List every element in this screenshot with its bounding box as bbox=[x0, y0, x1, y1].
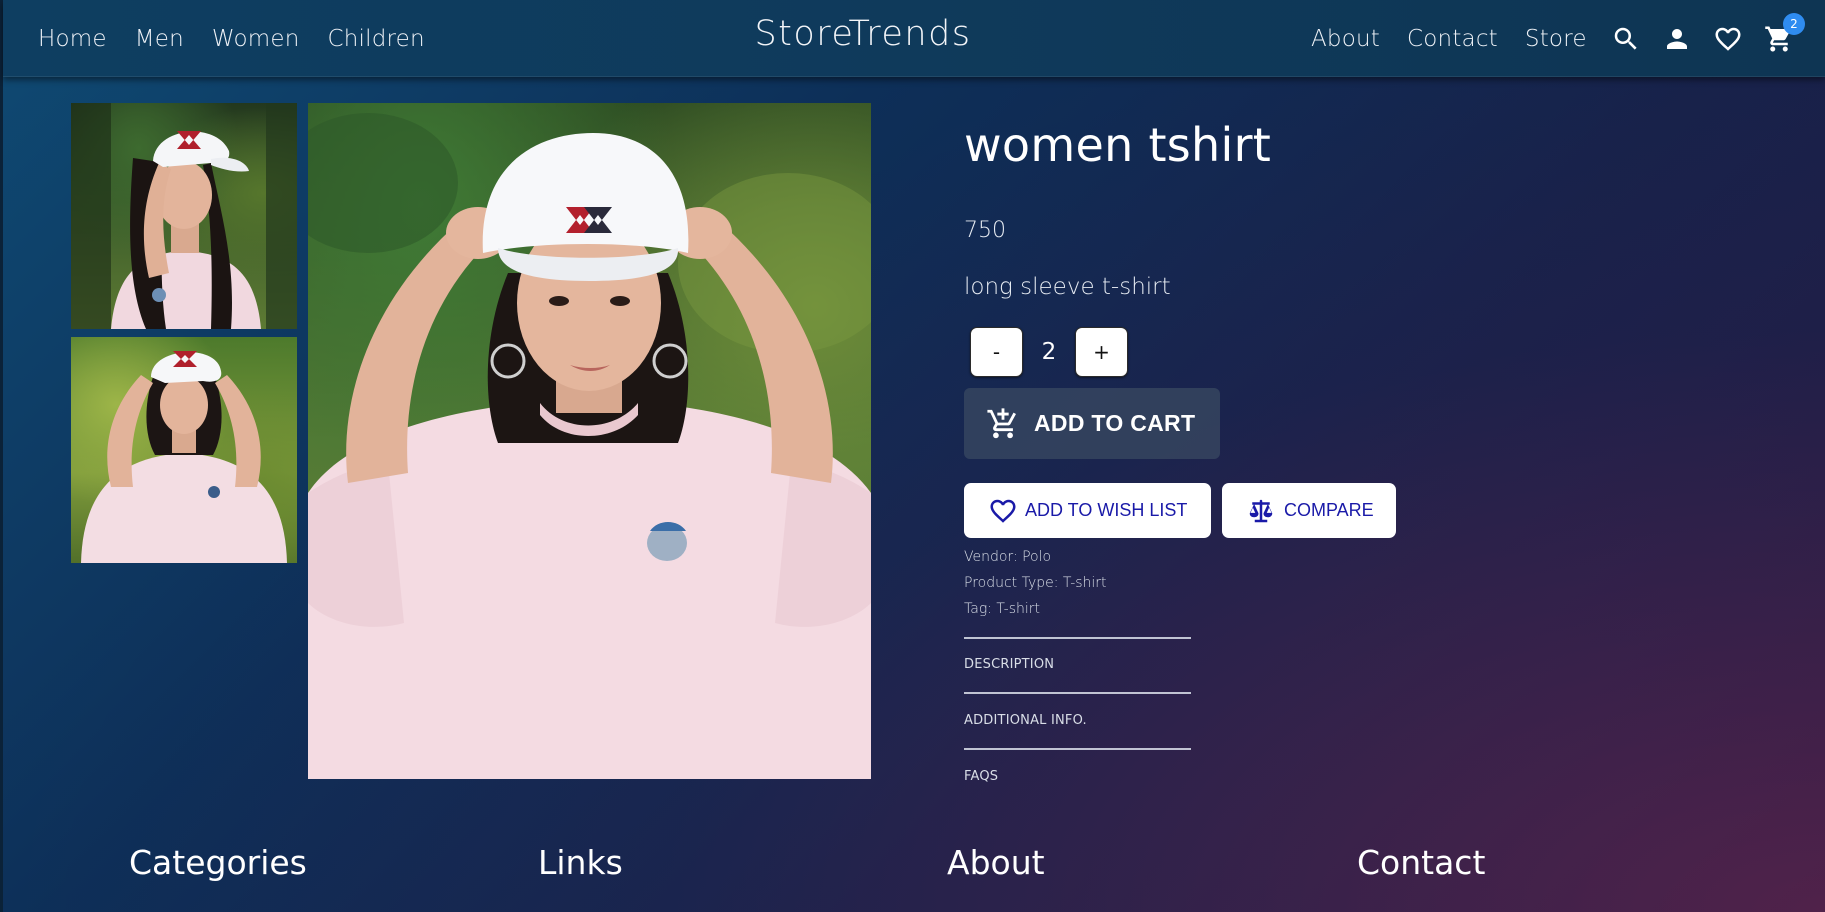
wishlist-button[interactable] bbox=[1710, 21, 1746, 57]
quantity-stepper: - 2 + bbox=[970, 327, 1128, 377]
divider bbox=[964, 748, 1191, 750]
site-header: Home Men Women Children StoreTrends Abou… bbox=[3, 0, 1825, 77]
footer-heading-about: About bbox=[947, 843, 1045, 882]
nav-link-contact[interactable]: Contact bbox=[1407, 26, 1498, 52]
accordion-additional-info[interactable]: ADDITIONAL INFO. bbox=[964, 713, 1087, 728]
scale-balance-icon bbox=[1249, 499, 1273, 522]
nav-link-store[interactable]: Store bbox=[1525, 26, 1587, 52]
divider bbox=[964, 692, 1191, 694]
add-to-wishlist-button[interactable]: ADD TO WISH LIST bbox=[964, 483, 1211, 538]
increase-quantity-button[interactable]: + bbox=[1075, 327, 1128, 377]
compare-button[interactable]: COMPARE bbox=[1222, 483, 1396, 538]
nav-link-home[interactable]: Home bbox=[38, 26, 107, 52]
search-button[interactable] bbox=[1608, 21, 1644, 57]
model-photo-thumbnail-1 bbox=[71, 103, 297, 329]
model-photo-thumbnail-2 bbox=[81, 351, 287, 563]
divider bbox=[964, 637, 1191, 639]
cart-button[interactable]: 2 bbox=[1761, 13, 1805, 57]
quantity-value: 2 bbox=[1041, 339, 1057, 365]
main-nav: Home Men Women Children bbox=[38, 0, 453, 77]
product-main-image[interactable] bbox=[308, 103, 871, 779]
nav-link-children[interactable]: Children bbox=[328, 26, 425, 52]
search-icon bbox=[1614, 27, 1637, 50]
product-thumbnail-1[interactable] bbox=[71, 103, 297, 329]
nav-link-women[interactable]: Women bbox=[212, 26, 300, 52]
brand-logo[interactable]: StoreTrends bbox=[753, 14, 973, 54]
model-photo-main bbox=[308, 113, 871, 779]
user-icon bbox=[1667, 29, 1687, 49]
footer-heading-categories: Categories bbox=[129, 843, 307, 882]
header-icons: 2 bbox=[1608, 13, 1812, 60]
footer-heading-links: Links bbox=[538, 843, 623, 882]
nav-link-men[interactable]: Men bbox=[135, 26, 184, 52]
account-button[interactable] bbox=[1659, 21, 1695, 57]
product-tag: Tag: T-shirt bbox=[964, 601, 1041, 617]
accordion-faqs[interactable]: FAQS bbox=[964, 769, 998, 784]
footer-heading-contact: Contact bbox=[1357, 843, 1486, 882]
cart-count-badge: 2 bbox=[1783, 13, 1805, 35]
product-subtitle: long sleeve t-shirt bbox=[964, 274, 1171, 300]
add-shopping-cart-icon bbox=[987, 407, 1016, 438]
accordion-description[interactable]: DESCRIPTION bbox=[964, 657, 1054, 672]
add-to-cart-label: ADD TO CART bbox=[1034, 410, 1196, 436]
secondary-nav: About Contact Store bbox=[1311, 0, 1614, 77]
nav-link-about[interactable]: About bbox=[1311, 26, 1380, 52]
product-thumbnail-2[interactable] bbox=[71, 337, 297, 563]
product-title: women tshirt bbox=[964, 118, 1272, 172]
heart-outline-icon bbox=[990, 499, 1016, 523]
product-type: Product Type: T-shirt bbox=[964, 575, 1107, 591]
product-price: 750 bbox=[964, 218, 1006, 243]
add-to-wishlist-label: ADD TO WISH LIST bbox=[1025, 500, 1188, 520]
compare-label: COMPARE bbox=[1284, 500, 1374, 520]
add-to-cart-button[interactable]: ADD TO CART bbox=[964, 388, 1220, 459]
heart-icon bbox=[1715, 27, 1741, 51]
product-vendor: Vendor: Polo bbox=[964, 549, 1052, 565]
decrease-quantity-button[interactable]: - bbox=[970, 327, 1023, 377]
